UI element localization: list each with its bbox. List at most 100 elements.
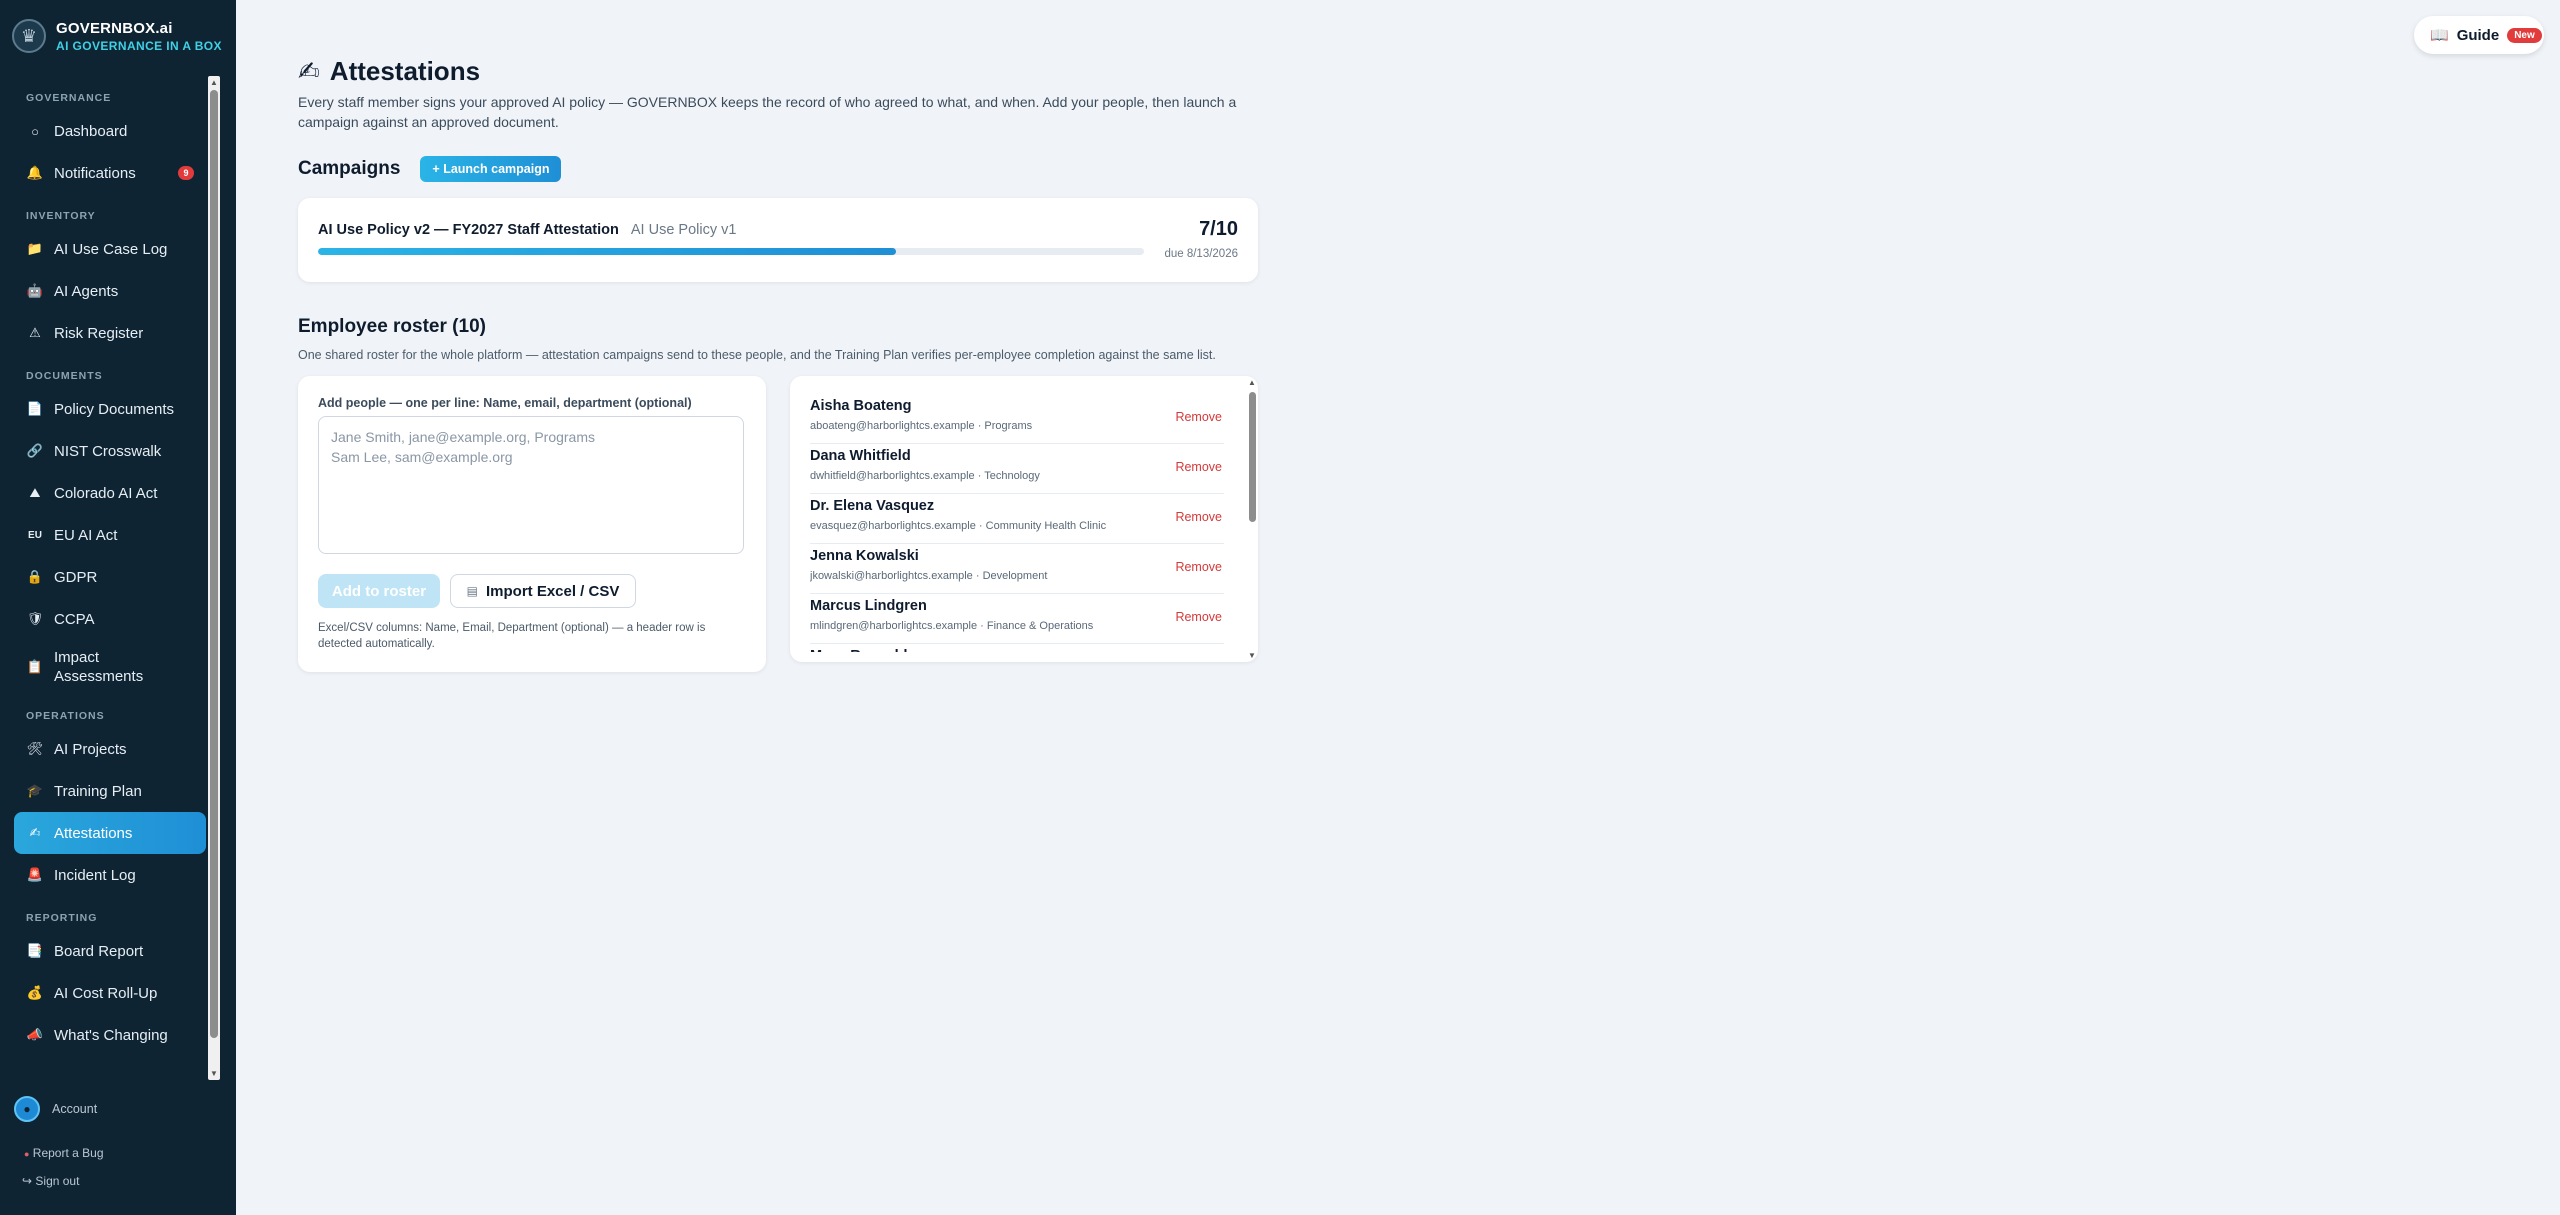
sidebar-item-what-s-changing[interactable]: 📣 What's Changing — [14, 1014, 206, 1056]
sidebar-item-label: Risk Register — [54, 324, 144, 342]
new-badge: New — [2507, 27, 2542, 43]
sidebar-item-ai-use-case-log[interactable]: 📁 AI Use Case Log — [14, 228, 206, 270]
sidebar-item-label: Colorado AI Act — [54, 484, 158, 502]
sidebar-item-training-plan[interactable]: 🎓 Training Plan — [14, 770, 206, 812]
lock-icon: 🔒 — [26, 569, 44, 584]
roster-row: Aisha Boateng aboateng@harborlightcs.exam… — [810, 394, 1224, 444]
person-name: Dana Whitfield — [810, 448, 911, 464]
roster-heading: Employee roster (10) — [298, 316, 486, 337]
guide-button[interactable]: 📖 Guide New — [2414, 16, 2544, 54]
roster-row: Dr. Elena Vasquez evasquez@harborlightcs.… — [810, 494, 1224, 544]
guide-label: Guide — [2456, 26, 2500, 44]
sidebar-scrollbar[interactable]: ▲ ▼ — [208, 76, 220, 1080]
remove-person-button[interactable]: Remove — [1175, 410, 1222, 424]
sidebar-item-label: NIST Crosswalk — [54, 442, 162, 460]
circle-icon: ○ — [31, 123, 39, 139]
book-icon: 📖 — [2430, 27, 2449, 44]
add-to-roster-button[interactable]: Add to roster — [318, 574, 440, 608]
sidebar-item-label: Board Report — [54, 942, 144, 960]
sidebar-item-ai-projects[interactable]: 🛠 AI Projects — [14, 728, 206, 770]
sidebar-item-label: Impact Assessments — [54, 649, 144, 685]
brand[interactable]: ♛ GOVERNBOX.ai AI GOVERNANCE IN A BOX — [12, 16, 222, 56]
campaign-name: AI Use Policy v2 — FY2027 Staff Attestat… — [318, 222, 736, 238]
campaign-card[interactable]: AI Use Policy v2 — FY2027 Staff Attestat… — [298, 198, 1258, 282]
sidebar-item-ccpa[interactable]: 🛡 CCPA — [14, 598, 206, 640]
nav-section-title: REPORTING — [26, 912, 98, 924]
nav-section-title: GOVERNANCE — [26, 92, 112, 104]
campaign-title: AI Use Policy v2 — FY2027 Staff Attestat… — [318, 222, 619, 238]
sidebar-item-attestations[interactable]: ✍ Attestations — [14, 812, 206, 854]
sidebar-item-eu-ai-act[interactable]: EU EU AI Act — [14, 514, 206, 556]
scroll-down-arrow-icon[interactable]: ▼ — [210, 1069, 218, 1078]
sidebar-item-policy-documents[interactable]: 📄 Policy Documents — [14, 388, 206, 430]
sidebar-item-label: What's Changing — [54, 1026, 168, 1044]
sidebar-item-colorado-ai-act[interactable]: ⛰ Colorado AI Act — [14, 472, 206, 514]
sign-out-link[interactable]: ↪ Sign out — [22, 1174, 79, 1188]
launch-campaign-button[interactable]: + Launch campaign — [420, 156, 562, 182]
notification-count-badge: 9 — [178, 166, 194, 180]
page-description: Every staff member signs your approved A… — [298, 94, 1237, 130]
money-bag-icon: 💰 — [26, 985, 44, 1000]
report-bug-link[interactable]: ● Report a Bug — [24, 1146, 104, 1160]
remove-person-button[interactable]: Remove — [1175, 560, 1222, 574]
sidebar-item-label: Incident Log — [54, 866, 136, 884]
import-help-text: Excel/CSV columns: Name, Email, Departme… — [318, 622, 706, 650]
scroll-up-arrow-icon[interactable]: ▲ — [1248, 378, 1256, 387]
scroll-up-arrow-icon[interactable]: ▲ — [210, 78, 218, 87]
person-name: Maya Reynolds — [810, 648, 916, 652]
remove-person-button[interactable]: Remove — [1175, 460, 1222, 474]
sidebar-item-notifications[interactable]: 🔔 Notifications 9 — [14, 152, 206, 194]
roster-row: Dana Whitfield dwhitfield@harborlightcs.e… — [810, 444, 1224, 494]
page-title: ✍ Attestations — [298, 56, 480, 87]
bell-icon: 🔔 — [26, 165, 44, 180]
clipboard-icon: 📋 — [26, 659, 44, 674]
person-name: Aisha Boateng — [810, 398, 912, 414]
sidebar-item-impact-assessments[interactable]: 📋 Impact Assessments — [14, 640, 206, 694]
graduation-cap-icon: 🎓 — [26, 783, 44, 798]
account-link[interactable]: ● Account — [14, 1096, 97, 1122]
sidebar-item-label: GDPR — [54, 568, 98, 586]
import-excel-csv-button[interactable]: ▤ Import Excel / CSV — [450, 574, 636, 608]
sidebar-item-label: CCPA — [54, 610, 95, 628]
roster-row: Maya ReynoldsRemove — [810, 644, 1224, 652]
brand-name: GOVERNBOX.ai — [56, 19, 173, 37]
roster-list-card: Aisha Boateng aboateng@harborlightcs.exam… — [790, 376, 1258, 662]
sidebar-item-ai-cost-roll-up[interactable]: 💰 AI Cost Roll-Up — [14, 972, 206, 1014]
sidebar-item-label: Dashboard — [54, 122, 128, 140]
page-title-text: Attestations — [329, 56, 481, 86]
person-email-department: aboateng@harborlightcs.example · Program… — [810, 420, 1033, 432]
tools-icon: 🛠 — [26, 741, 44, 756]
roster-scrollbar[interactable]: ▲ ▼ — [1246, 376, 1258, 662]
person-name: Dr. Elena Vasquez — [810, 498, 935, 514]
sidebar-scroll-thumb[interactable] — [210, 90, 218, 1038]
person-email-department: mlindgren@harborlightcs.example · Financ… — [810, 620, 1094, 632]
scroll-down-arrow-icon[interactable]: ▼ — [1248, 651, 1256, 660]
sidebar-item-label: Training Plan — [54, 782, 142, 800]
sidebar: ♛ GOVERNBOX.ai AI GOVERNANCE IN A BOX GO… — [0, 0, 236, 1215]
person-name: Marcus Lindgren — [810, 598, 927, 614]
report-bug-label: Report a Bug — [32, 1146, 104, 1160]
folder-icon: 📁 — [26, 241, 44, 256]
add-people-label: Add people — one per line: Name, email, … — [318, 396, 692, 410]
nav-section-title: DOCUMENTS — [26, 370, 103, 382]
remove-person-button[interactable]: Remove — [1175, 510, 1222, 524]
sidebar-item-risk-register[interactable]: ⚠ Risk Register — [14, 312, 206, 354]
sidebar-item-label: EU AI Act — [54, 526, 118, 544]
sidebar-item-incident-log[interactable]: 🚨 Incident Log — [14, 854, 206, 896]
sidebar-item-nist-crosswalk[interactable]: 🔗 NIST Crosswalk — [14, 430, 206, 472]
roster-scroll-thumb[interactable] — [1249, 392, 1256, 522]
document-icon: 📄 — [26, 401, 44, 416]
person-email-department: jkowalski@harborlightcs.example · Develo… — [810, 570, 1048, 582]
sidebar-item-ai-agents[interactable]: 🤖 AI Agents — [14, 270, 206, 312]
report-icon: 📑 — [26, 943, 44, 958]
sidebar-item-dashboard[interactable]: ○ Dashboard — [14, 110, 206, 152]
sidebar-item-label: Attestations — [54, 824, 133, 842]
avatar: ● — [14, 1096, 40, 1122]
sidebar-item-board-report[interactable]: 📑 Board Report — [14, 930, 206, 972]
lion-logo-icon: ♛ — [12, 19, 46, 53]
add-people-textarea[interactable] — [318, 416, 744, 554]
sidebar-item-gdpr[interactable]: 🔒 GDPR — [14, 556, 206, 598]
mountain-icon: ⛰ — [29, 485, 41, 500]
remove-person-button[interactable]: Remove — [1175, 610, 1222, 624]
writing-hand-icon: ✍ — [298, 56, 320, 86]
